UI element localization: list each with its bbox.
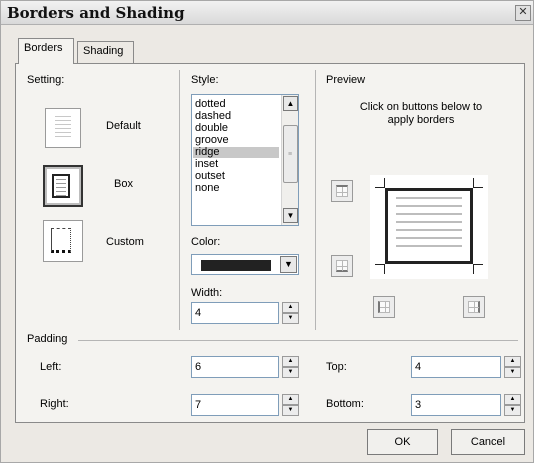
left-border-button[interactable] (373, 296, 395, 318)
padding-divider (78, 340, 518, 341)
width-up-arrow-icon[interactable]: ▲ (282, 302, 299, 313)
grip-icon: ≡ (288, 151, 293, 158)
padding-bottom-up-arrow-icon[interactable]: ▲ (504, 394, 521, 405)
setting-box-option[interactable] (43, 165, 83, 207)
style-listbox[interactable]: dotted dashed double groove ridge inset … (191, 94, 299, 226)
padding-right-spinner[interactable]: 7 ▲ ▼ (191, 394, 299, 416)
bottom-border-button[interactable] (331, 255, 353, 277)
top-border-button[interactable] (331, 180, 353, 202)
padding-right-label: Right: (40, 398, 69, 410)
style-item-double[interactable]: double (195, 123, 228, 134)
padding-bottom-input[interactable]: 3 (411, 394, 501, 416)
column-divider-right (315, 70, 316, 330)
padding-top-down-arrow-icon[interactable]: ▼ (504, 367, 521, 378)
padding-right-down-arrow-icon[interactable]: ▼ (282, 405, 299, 416)
setting-custom-label: Custom (106, 236, 144, 248)
padding-left-up-arrow-icon[interactable]: ▲ (282, 356, 299, 367)
style-item-ridge[interactable]: ridge (193, 147, 279, 158)
padding-top-input[interactable]: 4 (411, 356, 501, 378)
padding-top-up-arrow-icon[interactable]: ▲ (504, 356, 521, 367)
padding-top-spinner[interactable]: 4 ▲ ▼ (411, 356, 521, 378)
left-border-icon (378, 301, 390, 313)
top-border-icon (336, 185, 348, 197)
color-dropdown[interactable]: ▼ (191, 254, 299, 275)
preview-canvas[interactable] (370, 175, 488, 279)
style-item-groove[interactable]: groove (195, 135, 229, 146)
style-section-label: Style: (191, 74, 219, 86)
setting-default-option[interactable] (45, 108, 81, 148)
box-border-icon (52, 174, 70, 198)
default-page-icon (55, 116, 71, 140)
scroll-up-arrow-icon[interactable]: ▲ (283, 96, 298, 111)
style-item-inset[interactable]: inset (195, 159, 218, 170)
right-border-button[interactable] (463, 296, 485, 318)
style-item-dashed[interactable]: dashed (195, 111, 231, 122)
padding-section-label: Padding (27, 333, 68, 345)
padding-right-up-arrow-icon[interactable]: ▲ (282, 394, 299, 405)
dropdown-arrow-icon[interactable]: ▼ (280, 256, 297, 273)
style-item-dotted[interactable]: dotted (195, 99, 226, 110)
width-label: Width: (191, 287, 223, 299)
setting-box-label: Box (114, 178, 133, 190)
setting-section-label: Setting: (27, 74, 65, 86)
width-down-arrow-icon[interactable]: ▼ (282, 313, 299, 324)
padding-right-input[interactable]: 7 (191, 394, 279, 416)
style-item-none[interactable]: none (195, 183, 219, 194)
padding-left-down-arrow-icon[interactable]: ▼ (282, 367, 299, 378)
preview-hint: Click on buttons below to apply borders (359, 101, 483, 126)
padding-bottom-label: Bottom: (326, 398, 364, 410)
width-input[interactable]: 4 (191, 302, 279, 324)
custom-border-icon (51, 228, 71, 253)
setting-default-label: Default (106, 120, 141, 132)
right-border-icon (468, 301, 480, 313)
style-item-outset[interactable]: outset (195, 171, 225, 182)
ok-button[interactable]: OK (367, 429, 438, 455)
padding-bottom-spinner[interactable]: 3 ▲ ▼ (411, 394, 521, 416)
padding-top-label: Top: (326, 361, 347, 373)
setting-custom-option[interactable] (43, 220, 83, 262)
padding-left-spinner[interactable]: 6 ▲ ▼ (191, 356, 299, 378)
preview-bordered-box (385, 188, 473, 264)
style-scrollbar[interactable]: ▲ ≡ ▼ (281, 95, 298, 225)
preview-section-label: Preview (326, 74, 366, 86)
color-swatch (201, 260, 271, 271)
scrollbar-thumb[interactable]: ≡ (283, 125, 298, 183)
color-label: Color: (191, 236, 221, 248)
padding-left-label: Left: (40, 361, 62, 373)
bottom-border-icon (336, 260, 348, 272)
column-divider-left (179, 70, 180, 330)
scroll-down-arrow-icon[interactable]: ▼ (283, 208, 298, 223)
width-spinner[interactable]: 4 ▲ ▼ (191, 302, 299, 324)
padding-bottom-down-arrow-icon[interactable]: ▼ (504, 405, 521, 416)
cancel-button[interactable]: Cancel (451, 429, 525, 455)
padding-left-input[interactable]: 6 (191, 356, 279, 378)
